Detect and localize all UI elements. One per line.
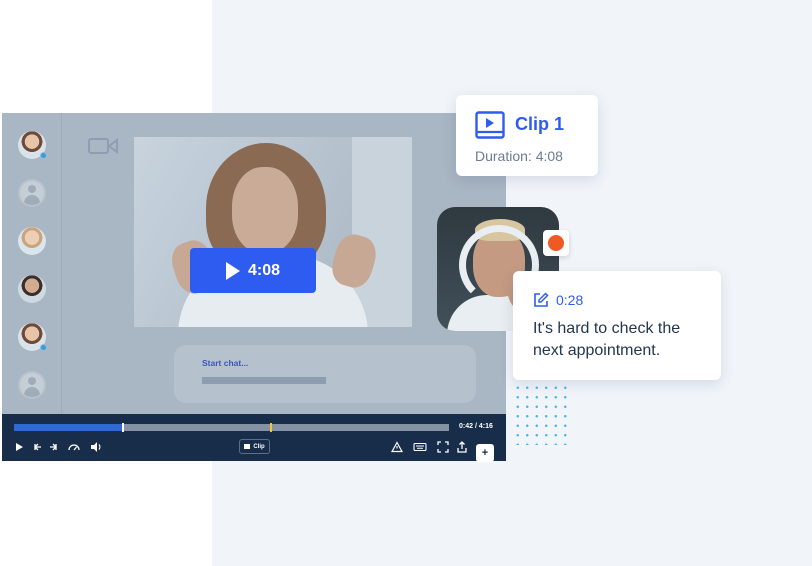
participant-avatar[interactable] — [18, 275, 46, 303]
participant-avatar[interactable] — [18, 227, 46, 255]
volume-icon[interactable] — [90, 441, 102, 453]
alert-icon[interactable] — [391, 441, 403, 453]
clip-icon — [244, 444, 251, 449]
clip-button[interactable]: Clip — [239, 439, 270, 454]
comment-text: It's hard to check the next appointment. — [533, 320, 681, 359]
user-placeholder-icon[interactable] — [18, 179, 46, 207]
clip-card[interactable]: Clip 1 Duration: 4:08 — [456, 95, 598, 176]
edit-icon[interactable] — [533, 292, 549, 308]
comment-timestamp[interactable]: 0:28 — [556, 292, 583, 308]
rewind-icon[interactable] — [32, 441, 44, 453]
play-icon — [225, 261, 240, 280]
participants-sidebar — [2, 113, 62, 415]
comment-timestamp-row: 0:28 — [533, 292, 583, 308]
online-status-dot — [40, 152, 47, 159]
clip-button-label: Clip — [253, 443, 265, 450]
chat-input[interactable]: Start chat... — [174, 345, 476, 403]
video-clip-icon — [475, 111, 505, 139]
online-status-dot — [40, 344, 47, 351]
chat-line — [202, 377, 326, 384]
video-frame[interactable] — [134, 137, 412, 327]
forward-icon[interactable] — [47, 441, 59, 453]
progress-track[interactable] — [14, 423, 449, 432]
keyboard-icon[interactable] — [413, 441, 427, 453]
speed-icon[interactable] — [68, 441, 80, 453]
clip-title: Clip 1 — [515, 114, 565, 134]
add-button[interactable]: + — [476, 444, 494, 462]
share-icon[interactable] — [456, 441, 468, 453]
play-video-button[interactable]: 4:08 — [190, 248, 316, 293]
user-placeholder-icon[interactable] — [18, 371, 46, 399]
clip-duration: Duration: 4:08 — [475, 148, 563, 164]
clip-marker[interactable] — [269, 423, 272, 432]
play-duration: 4:08 — [247, 261, 281, 279]
player-controls: 0:42 / 4:16 Clip — [2, 414, 506, 461]
decorative-dot-grid — [513, 383, 569, 445]
play-icon[interactable] — [13, 441, 25, 453]
playhead-handle[interactable] — [121, 423, 124, 432]
video-camera-icon[interactable] — [88, 137, 118, 155]
record-dot-icon — [548, 235, 564, 251]
fullscreen-icon[interactable] — [437, 441, 449, 453]
comment-card[interactable]: 0:28 It's hard to check the next appoint… — [513, 271, 721, 380]
progress-fill — [14, 424, 123, 431]
chat-placeholder: Start chat... — [202, 358, 249, 368]
time-display: 0:42 / 4:16 — [459, 423, 493, 430]
